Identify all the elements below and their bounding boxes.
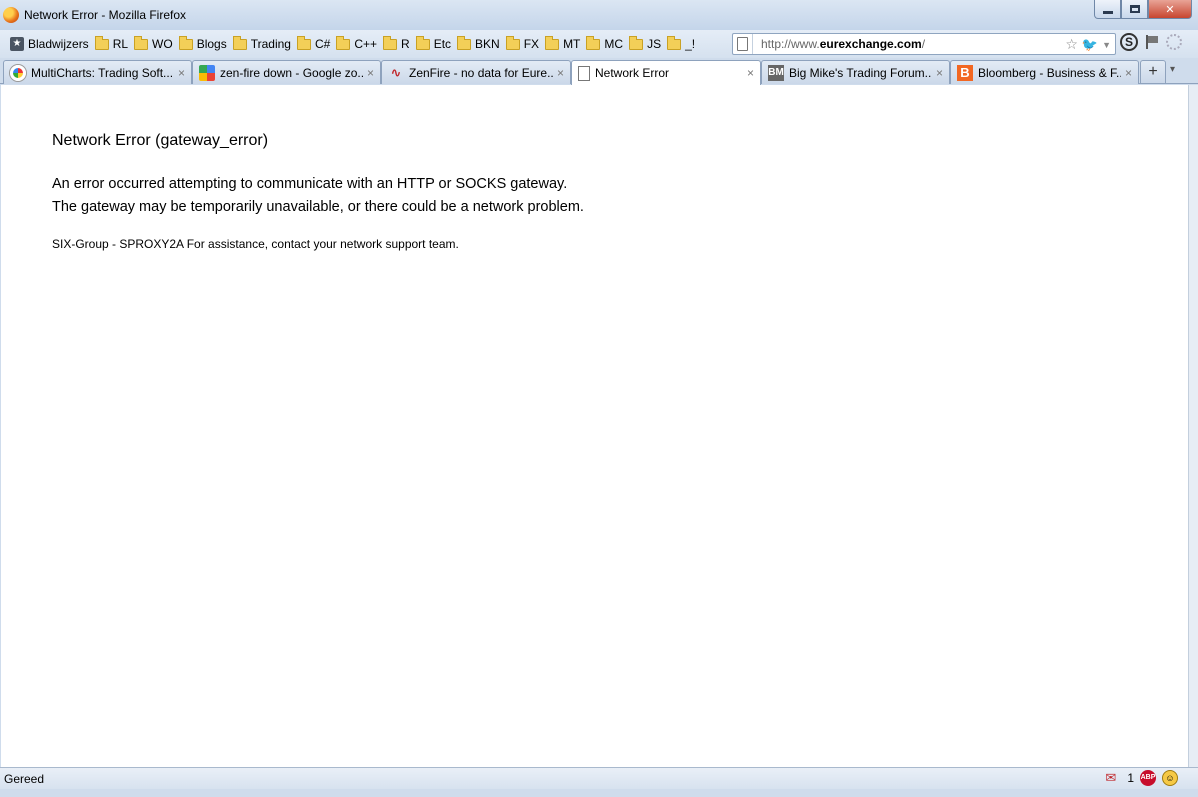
tab-google[interactable]: zen-fire down - Google zo... × bbox=[192, 60, 381, 84]
bookmark-folder-r[interactable]: R bbox=[380, 33, 413, 55]
folder-icon bbox=[629, 35, 644, 50]
folder-icon bbox=[178, 35, 193, 50]
folder-icon bbox=[296, 35, 311, 50]
bookmark-folder-wo[interactable]: WO bbox=[131, 33, 176, 55]
error-description-line2: The gateway may be temporarily unavailab… bbox=[52, 199, 584, 215]
tab-close-icon[interactable]: × bbox=[178, 66, 185, 80]
error-footer: SIX-Group - SPROXY2A For assistance, con… bbox=[52, 237, 459, 251]
tab-strip: MultiCharts: Trading Soft... × zen-fire … bbox=[0, 58, 1198, 85]
multicharts-icon bbox=[10, 64, 26, 81]
folder-icon bbox=[586, 35, 601, 50]
url-bar-actions: ☆ 🐦 ▼ bbox=[1065, 36, 1111, 53]
tab-multicharts[interactable]: MultiCharts: Trading Soft... × bbox=[3, 60, 192, 84]
site-identity-button[interactable] bbox=[733, 34, 753, 54]
twitter-icon[interactable]: 🐦 bbox=[1082, 37, 1098, 53]
folder-icon bbox=[94, 35, 109, 50]
toolbar-extensions: S bbox=[1120, 33, 1182, 51]
url-bar[interactable]: http://www.eurexchange.com/ ☆ 🐦 ▼ bbox=[732, 33, 1116, 55]
firefox-icon[interactable] bbox=[3, 7, 19, 23]
addon-count: 1 bbox=[1127, 771, 1134, 785]
folder-icon bbox=[457, 35, 472, 50]
bloomberg-icon: B bbox=[957, 64, 973, 81]
maximize-icon bbox=[1129, 5, 1140, 13]
adblock-plus-icon[interactable]: ABP bbox=[1140, 770, 1156, 786]
bookmark-folder-fx[interactable]: FX bbox=[503, 33, 542, 55]
url-text[interactable]: http://www.eurexchange.com/ bbox=[761, 37, 925, 51]
bookmark-folder-cpp[interactable]: C++ bbox=[333, 33, 380, 55]
scrollbar-gutter bbox=[1188, 85, 1198, 767]
folder-icon bbox=[667, 35, 682, 50]
star-icon[interactable]: ☆ bbox=[1065, 36, 1078, 53]
addon-icon[interactable]: ✉ bbox=[1105, 771, 1121, 785]
zenfire-icon: ∿ bbox=[390, 64, 402, 80]
page-icon bbox=[578, 65, 590, 81]
tab-close-icon[interactable]: × bbox=[1125, 66, 1132, 80]
status-bar: Gereed ✉ 1 ABP ☺ bbox=[0, 767, 1198, 789]
bookmark-folder-csharp[interactable]: C# bbox=[294, 33, 333, 55]
new-tab-button[interactable]: + bbox=[1140, 60, 1166, 84]
window-controls: ✕ bbox=[1094, 0, 1192, 19]
bookmark-folder-mt[interactable]: MT bbox=[542, 33, 583, 55]
close-button[interactable]: ✕ bbox=[1148, 0, 1192, 19]
bookmark-folder-etc[interactable]: Etc bbox=[413, 33, 454, 55]
folder-icon bbox=[232, 35, 247, 50]
folder-icon bbox=[505, 35, 520, 50]
close-icon: ✕ bbox=[1165, 3, 1175, 16]
bookmark-folder-misc[interactable]: _! bbox=[664, 33, 698, 55]
tab-network-error[interactable]: Network Error × bbox=[571, 60, 761, 85]
bookmark-folder-mc[interactable]: MC bbox=[583, 33, 626, 55]
error-title: Network Error (gateway_error) bbox=[52, 132, 269, 149]
folder-icon bbox=[383, 35, 398, 50]
tab-bigmike[interactable]: BM Big Mike's Trading Forum... × bbox=[761, 60, 950, 84]
bookmarks-toolbar: ★ Bladwijzers RL WO Blogs Trading C# C++ … bbox=[0, 30, 1198, 58]
s-extension-icon[interactable]: S bbox=[1120, 33, 1138, 51]
folder-icon bbox=[336, 35, 351, 50]
tab-close-icon[interactable]: × bbox=[936, 66, 943, 80]
minimize-button[interactable] bbox=[1094, 0, 1121, 19]
bookmark-bladwijzers[interactable]: ★ Bladwijzers bbox=[7, 33, 92, 55]
tab-bloomberg[interactable]: B Bloomberg - Business & F... × bbox=[950, 60, 1139, 84]
minimize-icon bbox=[1102, 10, 1113, 14]
tab-list-icon[interactable]: ▾ bbox=[1170, 64, 1175, 75]
folder-icon bbox=[415, 35, 430, 50]
flag-icon[interactable] bbox=[1144, 35, 1160, 49]
status-text: Gereed bbox=[4, 771, 45, 786]
smiley-icon[interactable]: ☺ bbox=[1162, 770, 1178, 786]
tab-close-icon[interactable]: × bbox=[367, 66, 374, 80]
bookmark-folder-trading[interactable]: Trading bbox=[230, 33, 294, 55]
window-bottom-border bbox=[0, 789, 1198, 797]
maximize-button[interactable] bbox=[1121, 0, 1148, 19]
tab-zenfire[interactable]: ∿ ZenFire - no data for Eure... × bbox=[381, 60, 571, 84]
dropdown-icon[interactable]: ▼ bbox=[1102, 40, 1111, 50]
window-title: Network Error - Mozilla Firefox bbox=[24, 8, 187, 22]
page-content: Network Error (gateway_error) An error o… bbox=[1, 85, 1188, 767]
bigmike-icon: BM bbox=[768, 64, 784, 81]
bookmark-folder-bkn[interactable]: BKN bbox=[454, 33, 503, 55]
folder-icon bbox=[134, 35, 149, 50]
throbber-icon bbox=[1166, 34, 1182, 50]
bookmark-folder-rl[interactable]: RL bbox=[92, 33, 131, 55]
tab-close-icon[interactable]: × bbox=[557, 66, 564, 80]
page-icon bbox=[737, 37, 748, 51]
title-bar[interactable]: Network Error - Mozilla Firefox ✕ bbox=[0, 0, 1198, 30]
bookmarks-icon: ★ bbox=[10, 37, 24, 51]
tab-close-icon[interactable]: × bbox=[747, 66, 754, 80]
folder-icon bbox=[545, 35, 560, 50]
error-description-line1: An error occurred attempting to communic… bbox=[52, 176, 568, 192]
status-bar-addons: ✉ 1 ABP ☺ bbox=[1105, 770, 1178, 786]
bookmark-folder-blogs[interactable]: Blogs bbox=[176, 33, 230, 55]
bookmark-folder-js[interactable]: JS bbox=[626, 33, 664, 55]
google-icon bbox=[199, 64, 215, 81]
